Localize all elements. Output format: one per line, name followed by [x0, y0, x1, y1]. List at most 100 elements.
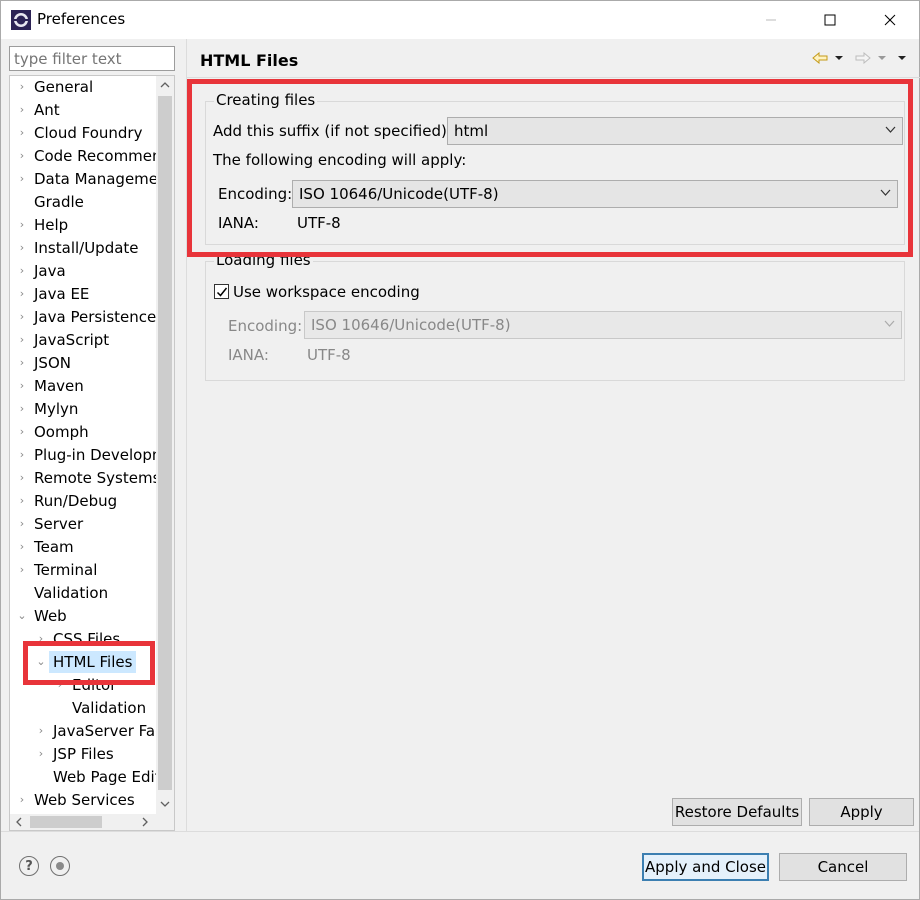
- tree-expander-icon[interactable]: [16, 582, 28, 604]
- tree-expander-icon[interactable]: ›: [16, 168, 28, 190]
- maximize-button[interactable]: [801, 1, 859, 39]
- tree-expander-icon[interactable]: ›: [16, 260, 28, 282]
- tree-item-label: Gradle: [34, 193, 84, 211]
- tree-expander-icon[interactable]: ›: [16, 122, 28, 144]
- record-dot-icon: [56, 862, 64, 870]
- tree-expander-icon[interactable]: ›: [16, 329, 28, 351]
- scroll-thumb[interactable]: [158, 96, 172, 790]
- tree-item-label: General: [34, 78, 94, 96]
- tree-expander-icon[interactable]: [16, 191, 28, 213]
- tree-expander-icon[interactable]: ›: [16, 789, 28, 811]
- tree-expander-icon[interactable]: ›: [54, 674, 66, 696]
- creating-encoding-label: Encoding:: [218, 185, 293, 203]
- tree-expander-icon[interactable]: ›: [16, 467, 28, 489]
- tree-expander-icon[interactable]: [54, 697, 66, 719]
- forward-button[interactable]: [855, 49, 887, 67]
- maximize-icon: [824, 14, 836, 26]
- chevron-down-icon: [880, 189, 891, 196]
- dropdown-triangle-icon: [878, 56, 886, 60]
- tree-item-label: Plug-in Development: [34, 446, 156, 464]
- scroll-left-button[interactable]: [10, 814, 28, 830]
- cancel-button[interactable]: Cancel: [779, 853, 907, 881]
- chevron-down-icon: [885, 126, 896, 133]
- tree-item-label: Mylyn: [34, 400, 79, 418]
- tree-horizontal-scrollbar[interactable]: [10, 814, 174, 830]
- tree-expander-icon[interactable]: ›: [16, 76, 28, 98]
- preferences-window: Preferences › General › Ant › Cloud Foundry › C…: [0, 0, 920, 900]
- loading-encoding-label: Encoding:: [228, 317, 303, 335]
- creating-encoding-combo[interactable]: ISO 10646/Unicode(UTF-8): [292, 180, 898, 208]
- loading-iana-label: IANA:: [228, 346, 269, 364]
- creating-files-label: Creating files: [214, 91, 318, 109]
- hscroll-thumb[interactable]: [30, 816, 102, 828]
- restore-defaults-button[interactable]: Restore Defaults: [672, 798, 802, 826]
- encoding-note: The following encoding will apply:: [213, 151, 467, 169]
- use-workspace-encoding-checkbox[interactable]: [214, 284, 229, 299]
- suffix-label: Add this suffix (if not specified):: [213, 122, 452, 140]
- filter-input[interactable]: [9, 46, 175, 71]
- eclipse-app-icon: [11, 10, 31, 30]
- tree-item-label: Server: [34, 515, 84, 533]
- creating-iana-label: IANA:: [218, 214, 259, 232]
- preference-page: HTML Files Creating files Add this suffi…: [186, 39, 920, 831]
- window-title: Preferences: [37, 10, 126, 28]
- tree-item-label: Install/Update: [34, 239, 139, 257]
- tree-expander-icon[interactable]: [35, 766, 47, 788]
- menu-triangle-icon: [898, 56, 906, 60]
- close-button[interactable]: [861, 1, 919, 39]
- chevron-right-icon: [142, 817, 148, 827]
- tree-vertical-scrollbar[interactable]: [156, 76, 174, 814]
- use-workspace-encoding-label[interactable]: Use workspace encoding: [233, 283, 420, 301]
- tree-item-label: Data Management: [34, 170, 156, 188]
- scroll-down-button[interactable]: [156, 794, 174, 814]
- tree-expander-icon[interactable]: ›: [16, 513, 28, 535]
- scroll-up-button[interactable]: [156, 76, 174, 94]
- tree-expander-icon[interactable]: ›: [35, 720, 47, 742]
- close-icon: [884, 14, 896, 26]
- tree-item-label: Validation: [34, 584, 109, 602]
- tree-expander-icon[interactable]: ›: [16, 99, 28, 121]
- tree-expander-icon[interactable]: ⌄: [35, 651, 47, 673]
- suffix-combo[interactable]: html: [447, 117, 903, 145]
- checkmark-icon: [216, 287, 228, 297]
- tree-expander-icon[interactable]: ›: [16, 306, 28, 328]
- tree-item-label: Web: [34, 607, 67, 625]
- tree-item-label: Remote Systems: [34, 469, 156, 487]
- scroll-right-button[interactable]: [136, 814, 154, 830]
- tree-expander-icon[interactable]: ›: [16, 283, 28, 305]
- tree-item-label: Java Persistence: [34, 308, 156, 326]
- tree-expander-icon[interactable]: ›: [16, 536, 28, 558]
- tree-items: › General › Ant › Cloud Foundry › Code Recommen…: [10, 76, 156, 814]
- tree-expander-icon[interactable]: ›: [16, 375, 28, 397]
- tree-item-label: Cloud Foundry: [34, 124, 143, 142]
- back-button[interactable]: [812, 49, 844, 67]
- tree-expander-icon[interactable]: ›: [16, 398, 28, 420]
- chevron-up-icon: [160, 82, 170, 88]
- loading-iana-value: UTF-8: [307, 346, 351, 364]
- creating-iana-value: UTF-8: [297, 214, 341, 232]
- tree-expander-icon[interactable]: ›: [16, 421, 28, 443]
- tree-expander-icon[interactable]: ⌄: [16, 605, 28, 627]
- minimize-button[interactable]: [742, 1, 800, 39]
- tree-expander-icon[interactable]: ›: [16, 352, 28, 374]
- minimize-icon: [766, 19, 776, 21]
- preference-tree[interactable]: › General › Ant › Cloud Foundry › Code Recommen…: [9, 75, 175, 831]
- tree-expander-icon[interactable]: ›: [16, 145, 28, 167]
- apply-button[interactable]: Apply: [809, 798, 914, 826]
- tree-expander-icon[interactable]: ›: [16, 490, 28, 512]
- tree-expander-icon[interactable]: ›: [16, 444, 28, 466]
- tree-item-label: Java EE: [34, 285, 90, 303]
- tree-item-label: CSS Files: [53, 630, 121, 648]
- tree-expander-icon[interactable]: ›: [16, 559, 28, 581]
- tree-item-label: JavaServer Faces: [53, 722, 156, 740]
- tree-item-label: Code Recommenders: [34, 147, 156, 165]
- page-menu-button[interactable]: [897, 49, 907, 67]
- import-export-icon[interactable]: [50, 856, 70, 876]
- apply-and-close-button[interactable]: Apply and Close: [642, 853, 769, 881]
- tree-expander-icon[interactable]: ›: [16, 237, 28, 259]
- help-icon[interactable]: ?: [19, 856, 39, 876]
- tree-expander-icon[interactable]: ›: [16, 214, 28, 236]
- tree-item-label: HTML Files: [49, 651, 137, 673]
- tree-expander-icon[interactable]: ›: [35, 743, 47, 765]
- tree-expander-icon[interactable]: ›: [35, 628, 47, 650]
